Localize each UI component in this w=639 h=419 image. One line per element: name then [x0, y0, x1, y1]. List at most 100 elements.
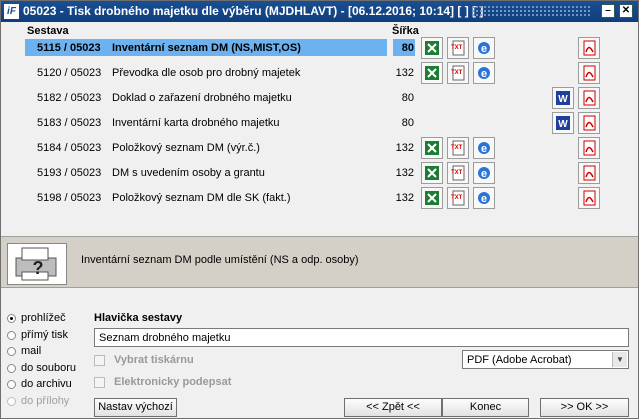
browser-icon: e	[476, 165, 492, 181]
minimize-button[interactable]: –	[601, 4, 615, 18]
print-options-area: prohlížeč přímý tisk mail do souboru do arch…	[1, 290, 638, 418]
export-excel-button[interactable]	[421, 162, 443, 184]
svg-text:W: W	[558, 119, 568, 130]
svg-text:W: W	[558, 94, 568, 105]
report-row[interactable]: 5198 / 05023 Položkový seznam DM dle SK (…	[1, 186, 638, 210]
export-txt-button[interactable]: TXT	[447, 137, 469, 159]
word-icon: W	[555, 90, 571, 106]
export-txt-button[interactable]: TXT	[447, 37, 469, 59]
export-pdf-button[interactable]	[578, 87, 600, 109]
set-defaults-button[interactable]: Nastav výchozí	[94, 398, 177, 417]
export-txt-button[interactable]: TXT	[447, 187, 469, 209]
report-row[interactable]: 5182 / 05023 Doklad o zařazení drobného m…	[1, 86, 638, 110]
excel-icon	[424, 140, 440, 156]
export-ie-button[interactable]: e	[473, 187, 495, 209]
output-option-label: do přílohy	[21, 394, 70, 407]
export-ie-button[interactable]: e	[473, 137, 495, 159]
report-row[interactable]: 5115 / 05023 Inventární seznam DM (NS,MIS…	[1, 36, 638, 60]
pdf-icon	[581, 165, 597, 181]
printer-select[interactable]: PDF (Adobe Acrobat) ▼	[462, 350, 629, 369]
export-word-button[interactable]: W	[552, 112, 574, 134]
export-ie-button[interactable]: e	[473, 162, 495, 184]
radio-button[interactable]	[7, 396, 16, 406]
report-row[interactable]: 5183 / 05023 Inventární karta drobného ma…	[1, 111, 638, 135]
chevron-down-icon[interactable]: ▼	[612, 352, 627, 367]
pdf-icon	[581, 90, 597, 106]
e-signature-box[interactable]	[94, 377, 105, 388]
export-excel-button[interactable]	[421, 62, 443, 84]
radio-button[interactable]	[7, 314, 16, 323]
export-excel-button[interactable]	[421, 187, 443, 209]
report-row[interactable]: 5193 / 05023 DM s uvedením osoby a grantu…	[1, 161, 638, 185]
report-name: Položkový seznam DM dle SK (fakt.)	[112, 192, 291, 204]
export-pdf-button[interactable]	[578, 62, 600, 84]
svg-text:e: e	[481, 193, 487, 205]
browser-icon: e	[476, 190, 492, 206]
output-option-label: mail	[21, 345, 42, 357]
excel-icon	[424, 190, 440, 206]
radio-button[interactable]	[7, 363, 16, 373]
radio-button[interactable]	[7, 347, 16, 356]
export-ie-button[interactable]: e	[473, 37, 495, 59]
ok-button[interactable]: >> OK >>	[540, 398, 629, 417]
svg-text:TXT: TXT	[451, 70, 463, 76]
back-button[interactable]: << Zpět <<	[344, 398, 442, 417]
header-section-label: Hlavička sestavy	[94, 312, 183, 324]
txt-icon: TXT	[450, 65, 466, 81]
browser-icon: e	[476, 140, 492, 156]
svg-text:e: e	[481, 143, 487, 155]
report-header-input[interactable]	[94, 328, 629, 347]
export-pdf-button[interactable]	[578, 162, 600, 184]
browser-icon: e	[476, 65, 492, 81]
export-pdf-button[interactable]	[578, 187, 600, 209]
end-button[interactable]: Konec	[442, 398, 529, 417]
report-row[interactable]: 5120 / 05023 Převodka dle osob pro drobný…	[1, 61, 638, 85]
report-width: 132	[395, 192, 414, 204]
report-width: 132	[395, 167, 414, 179]
export-excel-button[interactable]	[421, 137, 443, 159]
export-word-button[interactable]: W	[552, 87, 574, 109]
report-width: 132	[395, 67, 414, 79]
pdf-icon	[581, 115, 597, 131]
close-button[interactable]: ✕	[619, 4, 633, 18]
report-code: 5198 / 05023	[37, 192, 102, 204]
e-signature-label: Elektronicky podepsat	[114, 376, 232, 388]
report-width: 80	[401, 92, 414, 104]
export-pdf-button[interactable]	[578, 137, 600, 159]
radio-button[interactable]	[7, 330, 16, 340]
report-list: Sestava Šířka 5115 / 05023 Inventární sez…	[1, 22, 638, 234]
browser-icon: e	[476, 40, 492, 56]
txt-icon: TXT	[450, 140, 466, 156]
txt-icon: TXT	[450, 40, 466, 56]
app-logo-icon: iF	[4, 4, 19, 19]
select-printer-label: Vybrat tiskárnu	[114, 354, 194, 366]
report-width: 80	[401, 117, 414, 129]
report-row[interactable]: 5184 / 05023 Položkový seznam DM (výr.č.)…	[1, 136, 638, 160]
select-printer-box[interactable]	[94, 355, 105, 366]
report-name: Inventární seznam DM (NS,MIST,OS)	[112, 42, 301, 54]
export-pdf-button[interactable]	[578, 37, 600, 59]
svg-text:TXT: TXT	[451, 45, 463, 51]
pdf-icon	[581, 65, 597, 81]
radio-button[interactable]	[7, 380, 16, 389]
report-code: 5184 / 05023	[37, 142, 102, 154]
export-txt-button[interactable]: TXT	[447, 62, 469, 84]
printer-select-value: PDF (Adobe Acrobat)	[467, 354, 572, 366]
svg-text:e: e	[481, 168, 487, 180]
export-txt-button[interactable]: TXT	[447, 162, 469, 184]
output-option-label: do souboru	[21, 361, 77, 374]
report-name: Doklad o zařazení drobného majetku	[112, 92, 292, 104]
txt-icon: TXT	[450, 165, 466, 181]
pdf-icon	[581, 140, 597, 156]
report-description-panel: ? Inventární seznam DM podle umístění (N…	[1, 236, 638, 288]
export-excel-button[interactable]	[421, 37, 443, 59]
report-name: Položkový seznam DM (výr.č.)	[112, 142, 260, 154]
pdf-icon	[581, 40, 597, 56]
svg-text:TXT: TXT	[451, 195, 463, 201]
title-bar[interactable]: iF 05023 - Tisk drobného majetku dle výb…	[1, 1, 638, 22]
report-code: 5120 / 05023	[37, 67, 102, 79]
export-ie-button[interactable]: e	[473, 62, 495, 84]
report-width: 80	[401, 42, 414, 54]
export-pdf-button[interactable]	[578, 112, 600, 134]
report-code: 5115 / 05023	[37, 42, 101, 54]
